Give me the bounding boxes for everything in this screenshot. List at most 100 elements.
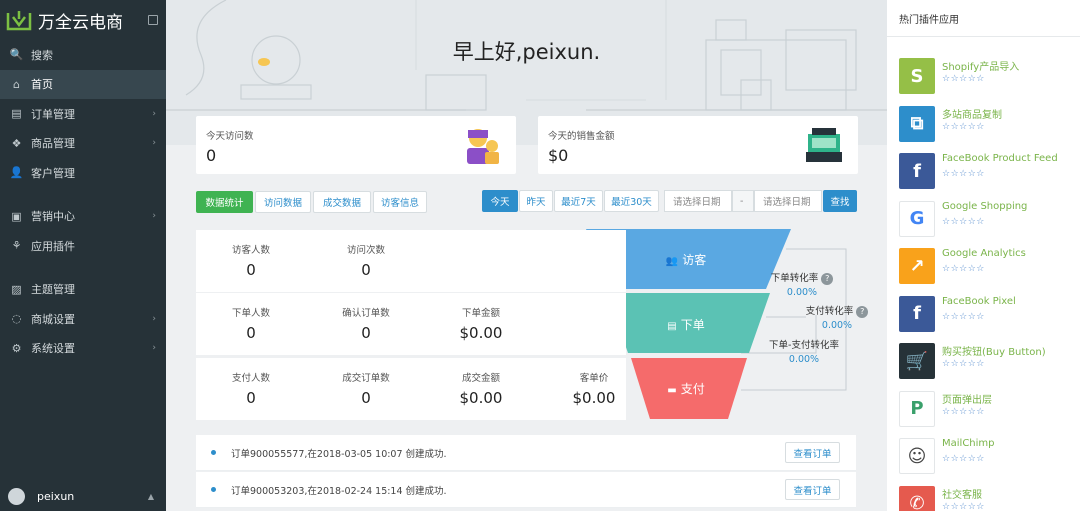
metric-value: 0 xyxy=(246,261,256,279)
external-link-icon[interactable] xyxy=(148,15,158,25)
funnel-stage-label: ▤ 下单 xyxy=(646,316,726,333)
view-order-button[interactable]: 查看订单 xyxy=(785,442,840,463)
funnel-stage-label: ▬ 支付 xyxy=(646,380,726,397)
funnel-metric: 成交订单数 0 xyxy=(326,370,406,407)
rating-stars: ☆☆☆☆☆ xyxy=(942,216,985,227)
plugin-logo-icon: ↗ xyxy=(899,248,935,284)
sidebar-item-8[interactable]: ◌ 商城设置 › xyxy=(0,304,166,334)
plugin-item[interactable]: P 页面弹出层 ☆☆☆☆☆ xyxy=(899,389,1074,429)
plugin-item[interactable]: f FaceBook Pixel ☆☆☆☆☆ xyxy=(899,294,1074,334)
range-0[interactable]: 今天 xyxy=(482,190,518,212)
metric-label: 下单金额 xyxy=(461,308,500,319)
end-date-input[interactable]: 请选择日期 xyxy=(754,190,822,212)
sidebar-item-4[interactable]: 👤 客户管理 xyxy=(0,158,166,188)
chevron-right-icon: › xyxy=(152,313,156,324)
plugin-name: 多站商品复制 xyxy=(942,109,1002,121)
plugin-item[interactable]: 🛒 购买按钮(Buy Button) ☆☆☆☆☆ xyxy=(899,341,1074,381)
stat-label: 今天访问数 xyxy=(206,131,254,142)
plugin-item[interactable]: ↗ Google Analytics ☆☆☆☆☆ xyxy=(899,246,1074,286)
search-icon: 🔍 xyxy=(9,48,24,62)
plugin-item[interactable]: ☺ MailChimp ☆☆☆☆☆ xyxy=(899,436,1074,476)
tab-2[interactable]: 成交数据 xyxy=(313,191,371,213)
plugin-item[interactable]: ✆ 社交客服 ☆☆☆☆☆ xyxy=(899,484,1074,511)
view-order-button[interactable]: 查看订单 xyxy=(785,479,840,500)
sidebar-item-7[interactable]: ▨ 主题管理 xyxy=(0,275,166,305)
plugin-name: 页面弹出层 xyxy=(942,394,992,406)
bullet-icon xyxy=(211,487,216,492)
theme-icon: ▨ xyxy=(11,282,22,296)
visitors-icon xyxy=(467,129,499,164)
tab-3[interactable]: 访客信息 xyxy=(373,191,427,213)
search-button[interactable]: 查找 xyxy=(823,190,857,212)
plugin-icon: ⚘ xyxy=(11,239,22,253)
sidebar-item-6[interactable]: ⚘ 应用插件 xyxy=(0,231,166,261)
sidebar-item-1[interactable]: ⌂ 首页 xyxy=(0,69,166,99)
customer-icon: 👤 xyxy=(9,166,24,180)
tab-1[interactable]: 访问数据 xyxy=(255,191,311,213)
funnel-metric: 成交金额 $0.00 xyxy=(441,370,521,407)
metric-label: 成交金额 xyxy=(461,373,500,384)
sidebar-item-3[interactable]: ❖ 商品管理 › xyxy=(0,129,166,159)
plugin-logo-icon: ⧉ xyxy=(899,105,935,142)
sidebar-item-9[interactable]: ⚙ 系统设置 › xyxy=(0,334,166,364)
funnel-metric: 确认订单数 0 xyxy=(326,305,406,342)
rating-stars: ☆☆☆☆☆ xyxy=(942,406,985,417)
rating-stars: ☆☆☆☆☆ xyxy=(942,264,985,274)
funnel-metric: 下单金额 $0.00 xyxy=(441,305,521,342)
brand-name: 万全云电商 xyxy=(38,12,123,33)
sidebar-item-label: 商城设置 xyxy=(31,312,75,326)
users-icon: 👥 xyxy=(665,256,679,267)
date-separator: - xyxy=(732,190,754,212)
rate-label: 下单转化率 xyxy=(770,273,819,284)
metric-label: 成交订单数 xyxy=(342,373,390,384)
metric-label: 访问次数 xyxy=(346,245,385,256)
range-3[interactable]: 最近30天 xyxy=(604,190,659,212)
chevron-right-icon: › xyxy=(152,343,156,354)
plugin-name: Google Shopping xyxy=(942,200,1028,212)
rating-stars: ☆☆☆☆☆ xyxy=(942,74,985,84)
plugin-item[interactable]: S Shopify产品导入 ☆☆☆☆☆ xyxy=(899,56,1074,96)
plugin-item[interactable]: ⧉ 多站商品复制 ☆☆☆☆☆ xyxy=(899,104,1074,144)
divider xyxy=(887,36,1080,37)
sidebar-item-label: 应用插件 xyxy=(31,239,75,253)
sidebar-item-5[interactable]: ▣ 营销中心 › xyxy=(0,202,166,232)
plugin-name: Google Analytics xyxy=(942,248,1026,259)
stage-text: 下单 xyxy=(680,318,705,332)
stat-card-visits: 今天访问数 0 xyxy=(196,116,516,174)
start-date-input[interactable]: 请选择日期 xyxy=(664,190,732,212)
goods-icon: ❖ xyxy=(11,136,22,150)
help-icon[interactable]: ? xyxy=(856,306,869,318)
cash-register-icon xyxy=(806,128,842,162)
rating-stars: ☆☆☆☆☆ xyxy=(942,501,985,511)
funnel-metric: 支付人数 0 xyxy=(211,370,291,407)
metric-label: 访客人数 xyxy=(231,245,270,256)
stat-label: 今天的销售金额 xyxy=(548,131,615,142)
user-menu[interactable]: peixun ▲ xyxy=(0,481,166,511)
funnel-row-0: 访客人数 0 访问次数 0 xyxy=(196,230,626,292)
help-icon[interactable]: ? xyxy=(821,273,834,285)
marketing-icon: ▣ xyxy=(11,209,22,223)
plugin-logo-icon: f xyxy=(899,153,935,189)
plugin-item[interactable]: G Google Shopping ☆☆☆☆☆ xyxy=(899,199,1074,239)
stage-text: 访客 xyxy=(682,253,707,267)
sidebar-item-label: 系统设置 xyxy=(31,342,75,356)
tab-0[interactable]: 数据统计 xyxy=(196,191,253,213)
sidebar-item-0[interactable]: 🔍 搜索 xyxy=(0,40,166,70)
order-icon: ▤ xyxy=(11,107,22,121)
brand[interactable]: 万全云电商 xyxy=(0,0,166,40)
range-1[interactable]: 昨天 xyxy=(519,190,553,212)
plugin-name: MailChimp xyxy=(942,438,995,449)
greeting: 早上好,peixun. xyxy=(452,40,601,64)
plugin-name: 购买按钮(Buy Button) xyxy=(942,347,1046,358)
plugin-name: 社交客服 xyxy=(942,489,982,501)
sidebar-item-2[interactable]: ▤ 订单管理 › xyxy=(0,99,166,129)
range-2[interactable]: 最近7天 xyxy=(554,190,603,212)
plugin-item[interactable]: f FaceBook Product Feed ☆☆☆☆☆ xyxy=(899,151,1074,191)
metric-value: 0 xyxy=(246,324,256,342)
plugin-logo-icon: f xyxy=(899,295,935,332)
sidebar: 万全云电商 🔍 搜索 ⌂ 首页 ▤ 订单管理 › ❖ 商品管理 › 👤 客户管理 ▣ 营销中心… xyxy=(0,0,166,511)
chevron-right-icon: › xyxy=(152,211,156,222)
funnel-row-2: 支付人数 0 成交订单数 0 成交金额 $0.00 客单价 $0.00 xyxy=(196,358,626,420)
stat-value: $0 xyxy=(548,146,569,165)
chevron-right-icon: › xyxy=(152,108,156,119)
